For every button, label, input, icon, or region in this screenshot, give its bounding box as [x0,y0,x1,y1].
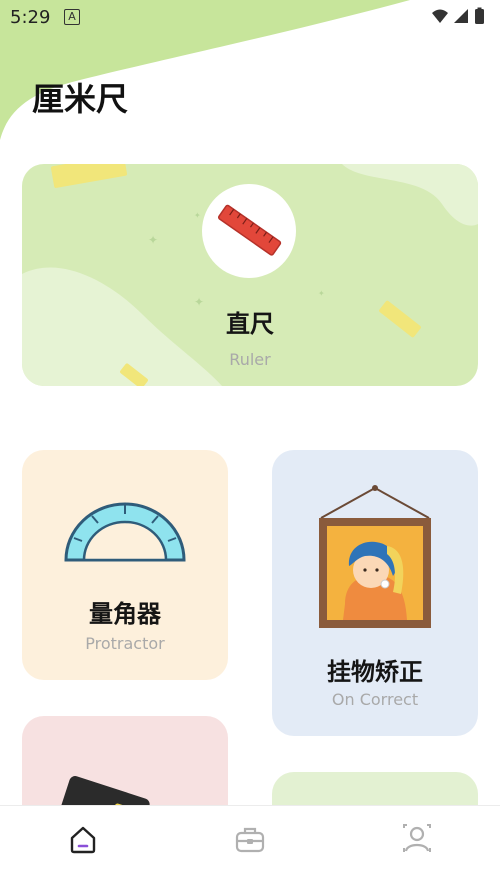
ruler-icon-circle [202,184,296,278]
page-title: 厘米尺 [32,80,129,118]
protractor-icon [64,502,186,562]
profile-icon[interactable] [400,822,434,856]
picture-card-title: 挂物矫正 [327,658,423,686]
status-bar: 5:29 A [0,0,500,34]
hanging-picture-icon [319,485,431,628]
toolbox-icon[interactable] [233,822,267,856]
protractor-card-subtitle: Protractor [85,634,165,653]
wifi-icon [432,9,448,23]
picture-correct-card[interactable]: 挂物矫正 On Correct [272,450,478,736]
svg-text:✦: ✦ [148,233,158,247]
ruler-card-title: 直尺 [226,310,274,338]
protractor-card-title: 量角器 [89,600,161,628]
svg-text:✦: ✦ [194,211,201,220]
picture-card-subtitle: On Correct [331,690,419,709]
ruler-card-subtitle: Ruler [229,350,271,369]
system-status-icons [432,7,484,24]
status-time: 5:29 [10,7,51,28]
home-icon[interactable] [66,822,100,856]
signal-icon [454,9,468,23]
protractor-card[interactable]: 量角器 Protractor [22,450,228,680]
battery-icon [475,9,484,24]
bottom-navigation [0,805,500,888]
ruler-card[interactable]: ✦ ✦ ✦ ✦ 直尺 Ruler [22,164,478,386]
svg-text:✦: ✦ [318,289,325,298]
ruler-icon [217,204,282,256]
notification-icon: A [64,9,80,25]
